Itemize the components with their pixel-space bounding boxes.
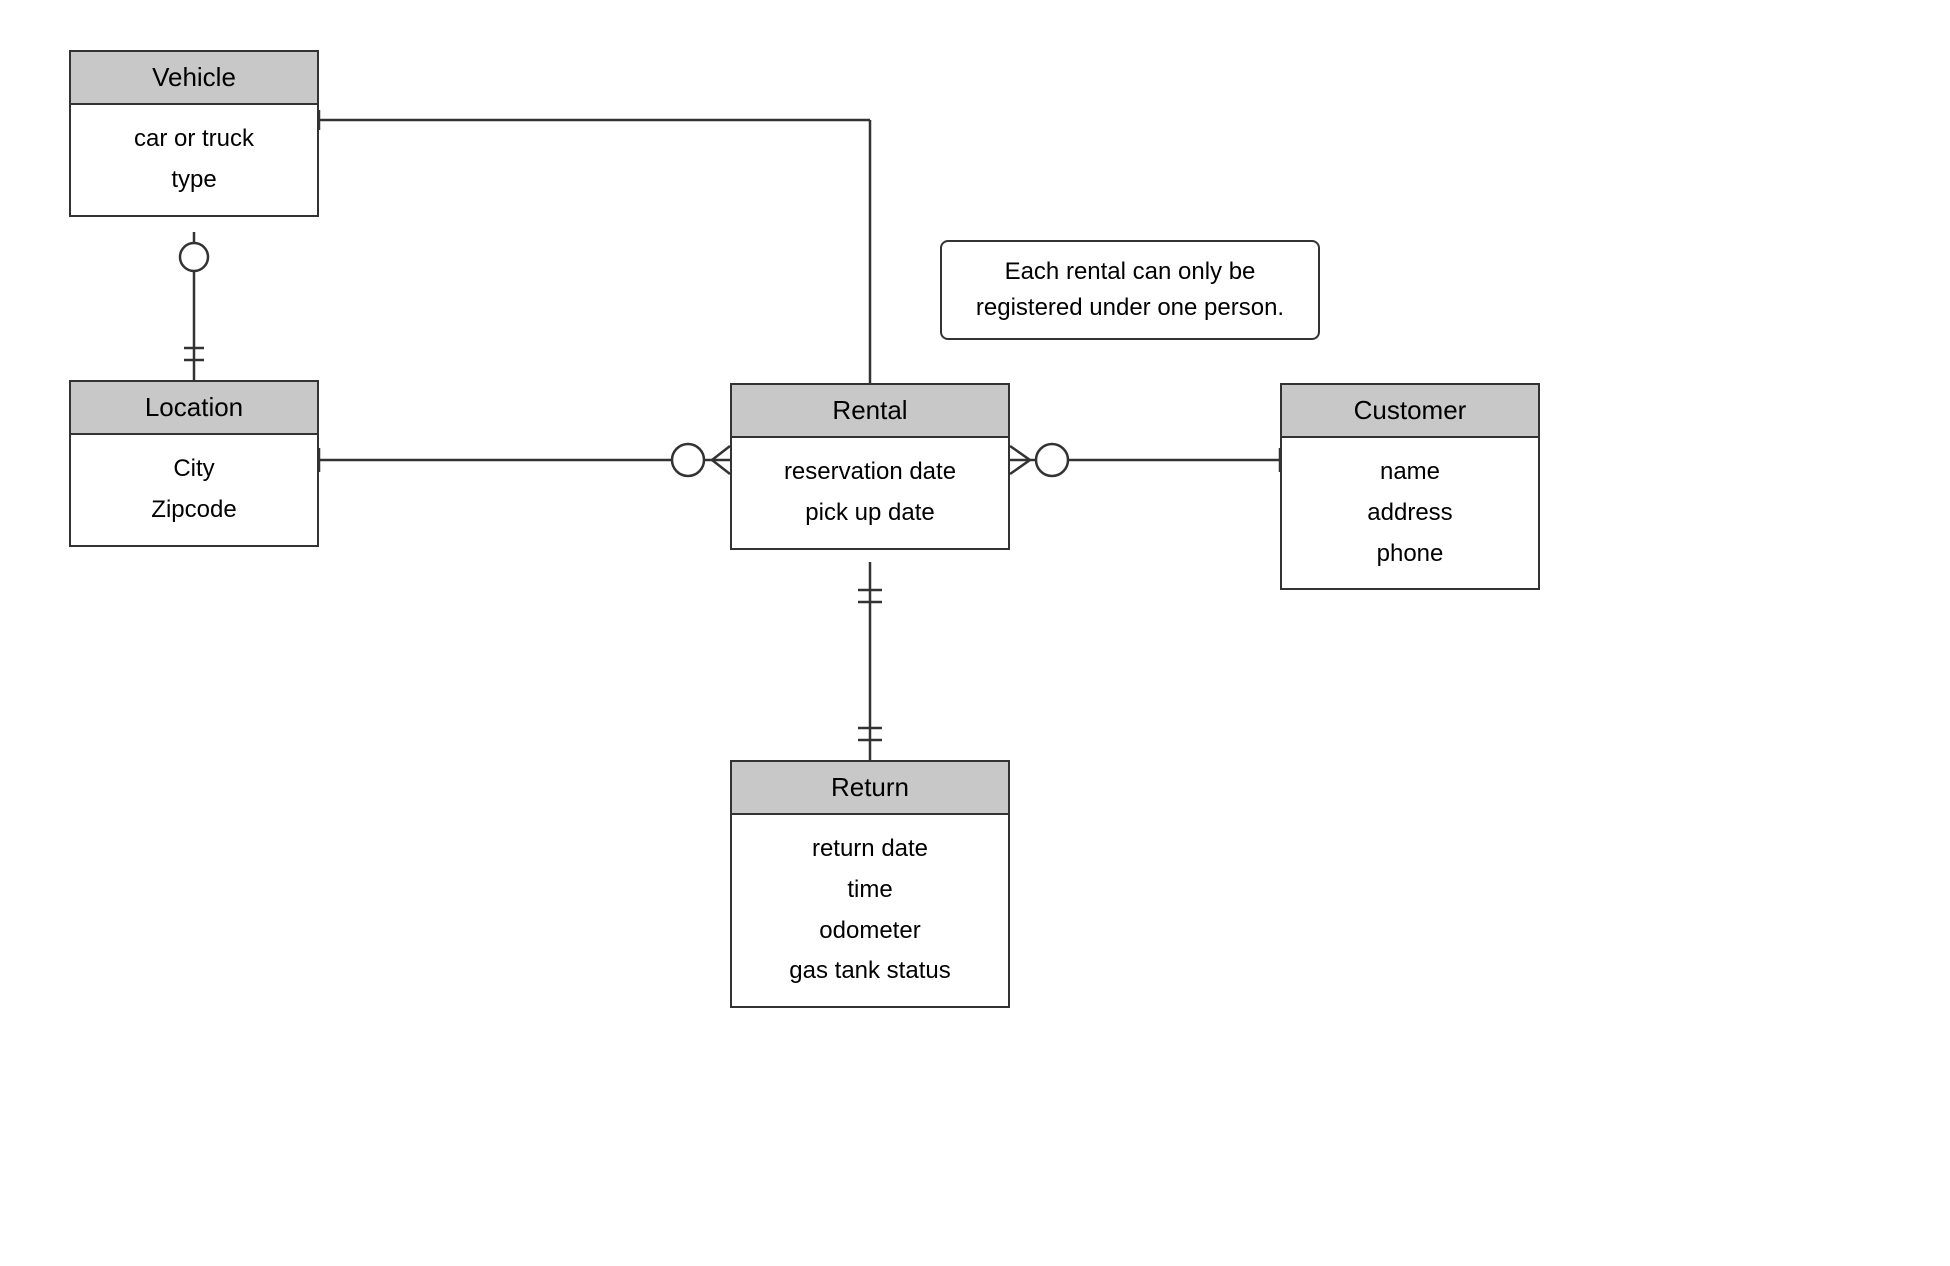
return-header: Return <box>732 762 1008 815</box>
return-attr-1: return date <box>752 829 988 870</box>
rental-attr-2: pick up date <box>752 493 988 534</box>
note-box: Each rental can only beregistered under … <box>940 240 1320 340</box>
location-attr-1: City <box>91 449 297 490</box>
location-body: City Zipcode <box>71 435 317 545</box>
vehicle-header: Vehicle <box>71 52 317 105</box>
vehicle-body: car or truck type <box>71 105 317 215</box>
vehicle-attr-1: car or truck <box>91 119 297 160</box>
customer-header: Customer <box>1282 385 1538 438</box>
location-attr-2: Zipcode <box>91 490 297 531</box>
vehicle-entity: Vehicle car or truck type <box>69 50 319 217</box>
rental-entity: Rental reservation date pick up date <box>730 383 1010 550</box>
return-attr-2: time <box>752 870 988 911</box>
location-entity: Location City Zipcode <box>69 380 319 547</box>
customer-attr-3: phone <box>1302 534 1518 575</box>
return-attr-3: odometer <box>752 911 988 952</box>
location-header: Location <box>71 382 317 435</box>
return-entity: Return return date time odometer gas tan… <box>730 760 1010 1008</box>
rental-header: Rental <box>732 385 1008 438</box>
rental-body: reservation date pick up date <box>732 438 1008 548</box>
customer-entity: Customer name address phone <box>1280 383 1540 590</box>
er-diagram: Vehicle car or truck type Location City … <box>0 0 1950 1266</box>
return-body: return date time odometer gas tank statu… <box>732 815 1008 1006</box>
note-text: Each rental can only beregistered under … <box>976 258 1284 321</box>
vehicle-attr-2: type <box>91 160 297 201</box>
rental-attr-1: reservation date <box>752 452 988 493</box>
customer-attr-2: address <box>1302 493 1518 534</box>
return-attr-4: gas tank status <box>752 951 988 992</box>
customer-body: name address phone <box>1282 438 1538 588</box>
customer-attr-1: name <box>1302 452 1518 493</box>
